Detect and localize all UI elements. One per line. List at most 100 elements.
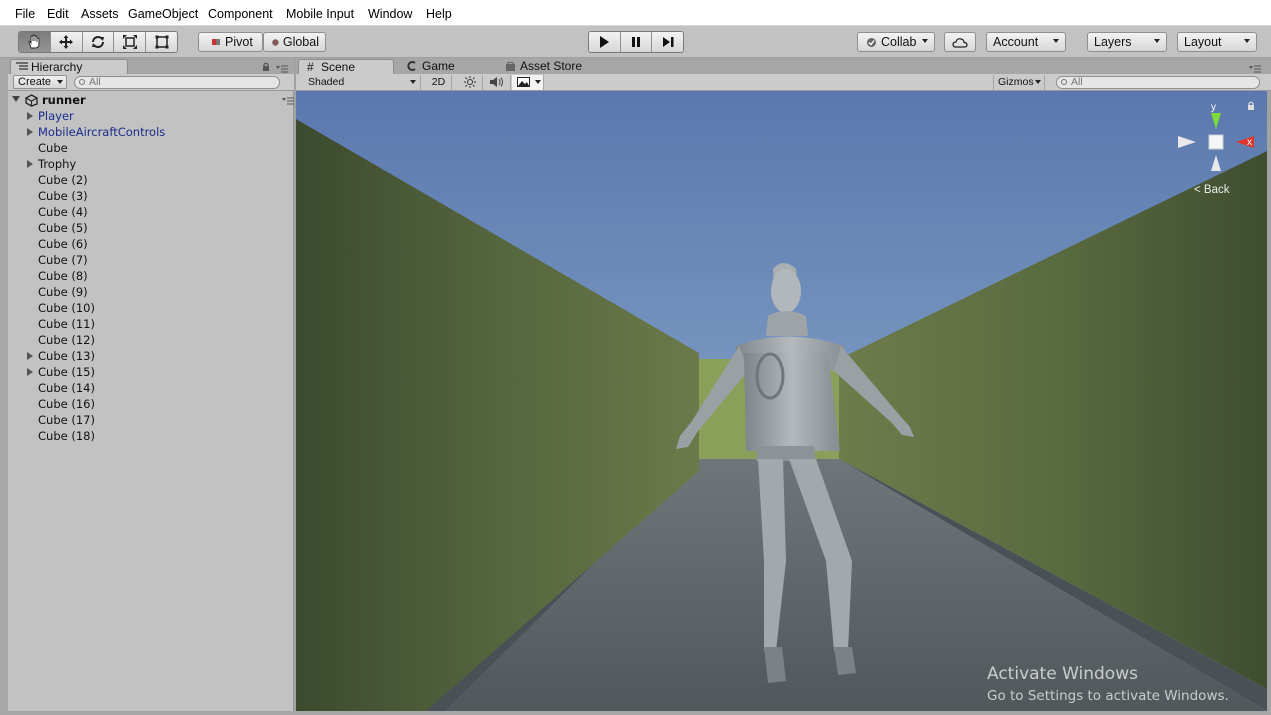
hierarchy-item[interactable]: Cube (5) <box>8 220 294 236</box>
menu-assets[interactable]: Assets <box>81 7 119 21</box>
expand-down-icon[interactable] <box>12 96 20 102</box>
status-bar <box>0 711 1271 715</box>
layers-label: Layers <box>1094 35 1132 49</box>
hierarchy-item[interactable]: Cube <box>8 140 294 156</box>
hierarchy-item[interactable]: Cube (6) <box>8 236 294 252</box>
menu-window[interactable]: Window <box>368 7 412 21</box>
move-icon <box>59 35 74 49</box>
hierarchy-item[interactable]: Cube (11) <box>8 316 294 332</box>
hierarchy-item[interactable]: Cube (14) <box>8 380 294 396</box>
hierarchy-item[interactable]: Cube (15) <box>8 364 294 380</box>
gizmos-dropdown[interactable]: Gizmos <box>993 75 1045 90</box>
layout-dropdown[interactable]: Layout <box>1177 32 1257 52</box>
menu-component[interactable]: Component <box>208 7 273 21</box>
shading-mode-label: Shaded <box>308 76 345 88</box>
panel-menu-icon[interactable] <box>276 65 288 73</box>
hierarchy-item[interactable]: Cube (7) <box>8 252 294 268</box>
transform-tools <box>18 31 178 53</box>
hand-icon <box>28 34 40 49</box>
chevron-down-icon <box>410 80 416 84</box>
menu-help[interactable]: Help <box>426 7 452 21</box>
pause-icon <box>632 37 640 47</box>
hierarchy-item-label: Cube (11) <box>38 317 95 331</box>
menu-mobile-input[interactable]: Mobile Input <box>286 7 354 21</box>
layers-dropdown[interactable]: Layers <box>1087 32 1167 52</box>
account-dropdown[interactable]: Account <box>986 32 1066 52</box>
shading-mode-dropdown[interactable]: Shaded <box>304 75 421 90</box>
hierarchy-item[interactable]: Cube (2) <box>8 172 294 188</box>
move-tool-button[interactable] <box>50 32 83 52</box>
collab-dropdown[interactable]: Collab <box>857 32 935 52</box>
play-button[interactable] <box>589 32 621 52</box>
global-toggle[interactable]: Global <box>263 32 326 52</box>
step-button[interactable] <box>652 32 683 52</box>
menu-gameobject[interactable]: GameObject <box>128 7 198 21</box>
hierarchy-item[interactable]: Player <box>8 108 294 124</box>
scene-toolbar: Shaded 2D Gizmos All <box>296 74 1271 91</box>
hierarchy-item-label: Cube (15) <box>38 365 95 379</box>
hierarchy-item-label: Cube (6) <box>38 237 88 251</box>
menu-file[interactable]: File <box>15 7 35 21</box>
hierarchy-item-label: Cube (17) <box>38 413 95 427</box>
expand-arrow-icon[interactable] <box>27 112 33 120</box>
gizmo-back-label[interactable]: < Back <box>1194 184 1230 196</box>
tab-asset-store[interactable]: Asset Store <box>498 59 608 74</box>
step-icon <box>662 37 674 47</box>
hierarchy-item[interactable]: Cube (13) <box>8 348 294 364</box>
hierarchy-item[interactable]: Cube (10) <box>8 300 294 316</box>
rotate-tool-button[interactable] <box>82 32 115 52</box>
expand-arrow-icon[interactable] <box>27 352 33 360</box>
expand-arrow-icon[interactable] <box>27 160 33 168</box>
hierarchy-item[interactable]: MobileAircraftControls <box>8 124 294 140</box>
panel-menu-icon[interactable] <box>1249 65 1261 73</box>
speaker-icon <box>490 77 503 87</box>
rect-tool-button[interactable] <box>146 32 177 52</box>
layout-label: Layout <box>1184 35 1222 49</box>
hierarchy-toolbar: Create All <box>8 74 294 91</box>
hierarchy-item[interactable]: Cube (8) <box>8 268 294 284</box>
2d-toggle[interactable]: 2D <box>426 75 452 90</box>
lock-icon[interactable] <box>262 62 270 71</box>
tab-scene[interactable]: # Scene <box>298 59 394 74</box>
scene-search-input[interactable]: All <box>1056 76 1260 89</box>
hierarchy-item[interactable]: Cube (16) <box>8 396 294 412</box>
audio-toggle[interactable] <box>484 75 511 90</box>
expand-arrow-icon[interactable] <box>27 128 33 136</box>
list-icon <box>16 62 28 70</box>
window-left-edge <box>0 58 8 711</box>
rotate-icon <box>91 36 104 48</box>
hierarchy-search-input[interactable]: All <box>74 76 280 89</box>
hierarchy-item-label: Cube <box>38 141 68 155</box>
tab-hierarchy[interactable]: Hierarchy <box>10 59 128 74</box>
hierarchy-item[interactable]: Trophy <box>8 156 294 172</box>
hierarchy-item[interactable]: Cube (4) <box>8 204 294 220</box>
hand-tool-button[interactable] <box>19 32 51 52</box>
pivot-toggle[interactable]: Pivot <box>198 32 263 52</box>
hierarchy-item-label: Cube (7) <box>38 253 88 267</box>
search-icon <box>79 79 85 85</box>
lighting-toggle[interactable] <box>458 75 483 90</box>
cloud-button[interactable] <box>944 32 976 52</box>
hierarchy-item-label: Cube (9) <box>38 285 88 299</box>
create-label: Create <box>18 76 52 88</box>
create-dropdown[interactable]: Create <box>13 75 67 89</box>
pause-button[interactable] <box>620 32 653 52</box>
scene-root-row[interactable]: runner <box>8 92 294 108</box>
expand-arrow-icon[interactable] <box>27 368 33 376</box>
scale-tool-button[interactable] <box>114 32 147 52</box>
scene-viewport[interactable]: y x <box>296 91 1267 711</box>
chevron-down-icon <box>535 80 541 84</box>
hierarchy-item-label: Cube (18) <box>38 429 95 443</box>
tab-game[interactable]: Game <box>400 59 494 74</box>
menu-edit[interactable]: Edit <box>47 7 69 21</box>
hierarchy-item[interactable]: Cube (12) <box>8 332 294 348</box>
hierarchy-item[interactable]: Cube (18) <box>8 428 294 444</box>
hierarchy-item[interactable]: Cube (3) <box>8 188 294 204</box>
hierarchy-item[interactable]: Cube (17) <box>8 412 294 428</box>
chevron-left-icon: < <box>1194 184 1201 196</box>
effects-dropdown[interactable] <box>512 75 544 90</box>
hierarchy-item[interactable]: Cube (9) <box>8 284 294 300</box>
rect-tool-icon <box>155 35 169 49</box>
scene-menu-icon[interactable] <box>282 97 294 105</box>
scale-icon <box>122 35 137 49</box>
